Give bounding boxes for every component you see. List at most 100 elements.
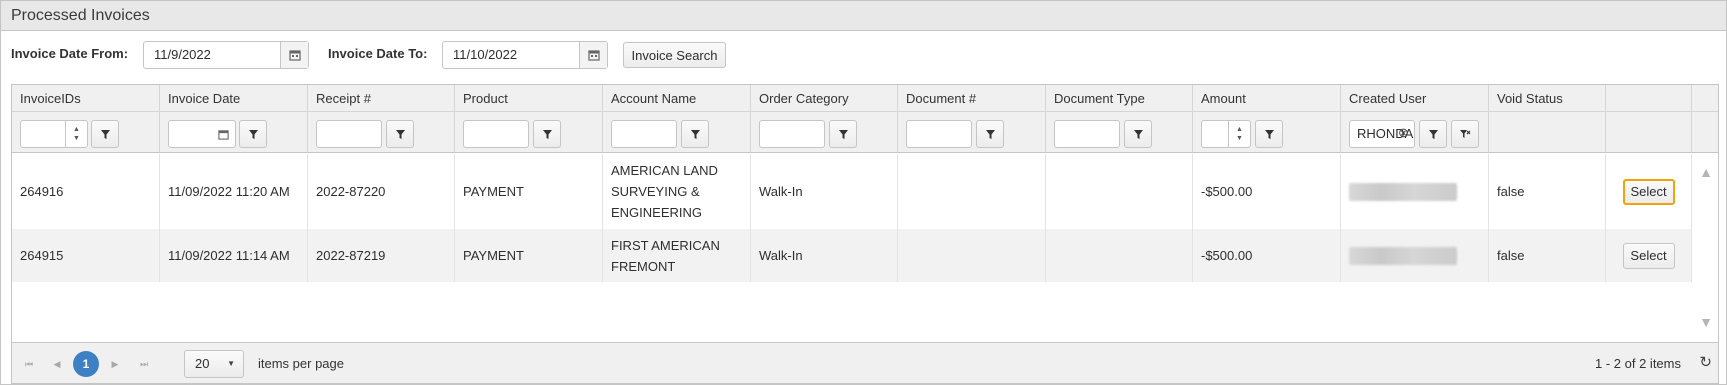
column-header-document-type[interactable]: Document Type: [1046, 85, 1193, 111]
account-name-line: FREMONT: [611, 258, 676, 274]
filter-cell-product: [455, 112, 603, 152]
filter-cell-document-no: [898, 112, 1046, 152]
filter-cell-receipt: [308, 112, 455, 152]
page-size-select[interactable]: 20 ▼: [184, 350, 244, 378]
cell-document-type: [1046, 229, 1193, 282]
last-page-icon[interactable]: ⏭: [131, 351, 157, 377]
filter-icon[interactable]: [533, 120, 561, 148]
cell-invoice-date: 11/09/2022 11:20 AM: [160, 154, 308, 229]
cell-account-name: AMERICAN LAND SURVEYING & ENGINEERING: [603, 154, 751, 229]
column-header-created-user[interactable]: Created User: [1341, 85, 1489, 111]
calendar-icon[interactable]: [579, 42, 607, 68]
previous-page-icon[interactable]: ◀: [44, 351, 70, 377]
cell-created-user: [1341, 154, 1489, 229]
filter-icon[interactable]: [829, 120, 857, 148]
cell-account-name: FIRST AMERICAN FREMONT: [603, 229, 751, 282]
filter-icon[interactable]: [91, 120, 119, 148]
cell-product: PAYMENT: [455, 229, 603, 282]
filter-cell-order-category: [751, 112, 898, 152]
invoice-id-numeric-input[interactable]: ▲ ▼: [20, 120, 88, 148]
column-header-actions: [1606, 85, 1692, 111]
cell-product: PAYMENT: [455, 154, 603, 229]
filter-cell-invoice-date: [160, 112, 308, 152]
column-header-void-status[interactable]: Void Status: [1489, 85, 1606, 111]
column-header-account-name[interactable]: Account Name: [603, 85, 751, 111]
calendar-icon[interactable]: [211, 121, 235, 147]
date-from-value[interactable]: 11/9/2022: [144, 42, 280, 68]
column-header-receipt[interactable]: Receipt #: [308, 85, 455, 111]
filter-cell-document-type: [1046, 112, 1193, 152]
next-page-icon[interactable]: ▶: [102, 351, 128, 377]
order-category-filter-input[interactable]: [759, 120, 825, 148]
panel-title: Processed Invoices: [1, 1, 1726, 31]
cell-receipt: 2022-87220: [308, 154, 455, 229]
first-page-icon[interactable]: ⏮: [16, 351, 42, 377]
items-per-page-label: items per page: [258, 356, 344, 371]
filter-icon[interactable]: [386, 120, 414, 148]
column-header-product[interactable]: Product: [455, 85, 603, 111]
invoice-date-filter-bar: Invoice Date From: 11/9/2022 Invoice Dat…: [1, 32, 1726, 78]
table-row[interactable]: 264915 11/09/2022 11:14 AM 2022-87219 PA…: [12, 229, 1692, 282]
select-button[interactable]: Select: [1622, 242, 1675, 269]
date-to-label: Invoice Date To:: [328, 46, 428, 61]
document-type-filter-input[interactable]: [1054, 120, 1120, 148]
spinner-arrows-icon[interactable]: ▲ ▼: [65, 121, 87, 147]
account-name-filter-input[interactable]: [611, 120, 677, 148]
product-filter-input[interactable]: [463, 120, 529, 148]
pager-summary: 1 - 2 of 2 items: [1595, 356, 1681, 371]
page-size-value[interactable]: 20: [195, 356, 209, 371]
amount-numeric-input[interactable]: ▲ ▼: [1201, 120, 1251, 148]
processed-invoices-panel: Processed Invoices Invoice Date From: 11…: [0, 0, 1727, 385]
created-user-filter-input[interactable]: RHONDA ⊗: [1349, 120, 1415, 148]
account-name-line: ENGINEERING: [611, 205, 703, 220]
filter-cell-invoice-ids: ▲ ▼: [12, 112, 160, 152]
cell-document-no: [898, 229, 1046, 282]
select-button[interactable]: Select: [1622, 178, 1675, 205]
cell-amount: -$500.00: [1193, 154, 1341, 229]
filter-cell-void-status: [1489, 112, 1606, 152]
receipt-filter-input[interactable]: [316, 120, 382, 148]
filter-icon[interactable]: [976, 120, 1004, 148]
clear-input-icon[interactable]: ⊗: [1398, 125, 1409, 141]
scroll-down-icon[interactable]: ▼: [1694, 314, 1718, 330]
cell-order-category: Walk-In: [751, 154, 898, 229]
grid-content: 264916 11/09/2022 11:20 AM 2022-87220 PA…: [12, 154, 1718, 342]
chevron-down-icon[interactable]: ▼: [227, 351, 235, 377]
calendar-icon[interactable]: [280, 42, 308, 68]
refresh-icon[interactable]: ↻: [1699, 353, 1712, 371]
column-header-invoice-ids[interactable]: InvoiceIDs: [12, 85, 160, 111]
filter-cell-created-user: RHONDA ⊗: [1341, 112, 1489, 152]
filter-icon[interactable]: [681, 120, 709, 148]
spinner-arrows-icon[interactable]: ▲ ▼: [1228, 121, 1250, 147]
filter-cell-amount: ▲ ▼: [1193, 112, 1341, 152]
invoice-date-filter-input[interactable]: [168, 120, 236, 148]
date-to-picker[interactable]: 11/10/2022: [442, 41, 608, 69]
page-button-current[interactable]: 1: [73, 351, 99, 377]
column-header-document-no[interactable]: Document #: [898, 85, 1046, 111]
column-header-invoice-date[interactable]: Invoice Date: [160, 85, 308, 111]
document-no-filter-input[interactable]: [906, 120, 972, 148]
date-to-value[interactable]: 11/10/2022: [443, 42, 579, 68]
column-header-order-category[interactable]: Order Category: [751, 85, 898, 111]
table-row[interactable]: 264916 11/09/2022 11:20 AM 2022-87220 PA…: [12, 154, 1692, 229]
clear-filter-icon[interactable]: [1451, 120, 1479, 148]
filter-icon[interactable]: [1124, 120, 1152, 148]
filter-icon[interactable]: [1255, 120, 1283, 148]
cell-document-no: [898, 154, 1046, 229]
filter-icon[interactable]: [239, 120, 267, 148]
date-from-picker[interactable]: 11/9/2022: [143, 41, 309, 69]
filter-cell-account-name: [603, 112, 751, 152]
redacted-user: [1349, 182, 1457, 201]
cell-document-type: [1046, 154, 1193, 229]
scroll-up-icon[interactable]: ▲: [1694, 164, 1718, 180]
filter-icon[interactable]: [1419, 120, 1447, 148]
cell-void-status: false: [1489, 154, 1606, 229]
filter-cell-actions: [1606, 112, 1692, 152]
invoice-search-button[interactable]: Invoice Search: [623, 42, 726, 68]
redacted-user: [1349, 246, 1457, 265]
cell-actions: Select: [1606, 229, 1692, 282]
column-header-amount[interactable]: Amount: [1193, 85, 1341, 111]
cell-amount: -$500.00: [1193, 229, 1341, 282]
cell-created-user: [1341, 229, 1489, 282]
grid-filter-row: ▲ ▼ ▲ ▼ RHONDA ⊗: [12, 112, 1718, 153]
